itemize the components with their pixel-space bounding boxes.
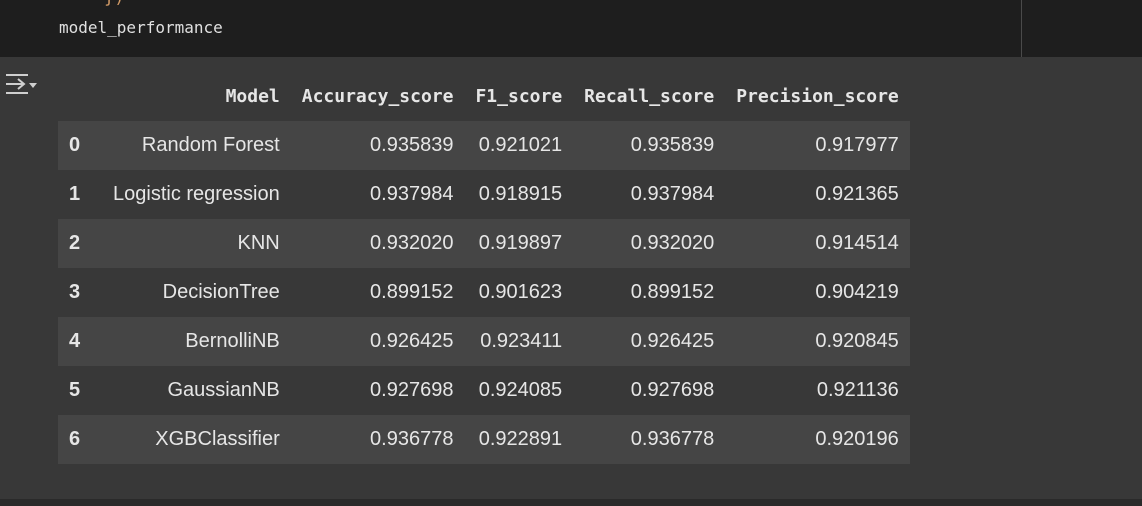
cell-recall: 0.932020 <box>573 219 726 268</box>
cell-f1: 0.924085 <box>464 366 574 415</box>
cell-accuracy: 0.936778 <box>290 415 465 464</box>
cell-f1: 0.922891 <box>464 415 574 464</box>
cell-recall: 0.899152 <box>573 268 726 317</box>
cell-f1: 0.921021 <box>464 121 574 170</box>
cell-recall: 0.936778 <box>573 415 726 464</box>
cell-recall: 0.926425 <box>573 317 726 366</box>
table-row: 1 Logistic regression 0.937984 0.918915 … <box>58 170 910 219</box>
cell-output: Model Accuracy_score F1_score Recall_sco… <box>0 57 1142 499</box>
table-row: 5 GaussianNB 0.927698 0.924085 0.927698 … <box>58 366 910 415</box>
cell-f1: 0.918915 <box>464 170 574 219</box>
column-header-accuracy: Accuracy_score <box>301 86 454 107</box>
column-header-recall: Recall_score <box>584 86 715 107</box>
dataframe-table: Model Accuracy_score F1_score Recall_sco… <box>58 72 910 464</box>
table-header-row: Model Accuracy_score F1_score Recall_sco… <box>58 72 910 121</box>
row-index: 4 <box>58 317 102 366</box>
row-index: 1 <box>58 170 102 219</box>
cell-model: Logistic regression <box>102 170 291 219</box>
cell-precision: 0.920196 <box>725 415 910 464</box>
cell-f1: 0.923411 <box>464 317 574 366</box>
cell-model: DecisionTree <box>102 268 291 317</box>
row-index: 5 <box>58 366 102 415</box>
cell-precision: 0.917977 <box>725 121 910 170</box>
cell-accuracy: 0.899152 <box>290 268 465 317</box>
cell-accuracy: 0.932020 <box>290 219 465 268</box>
code-line[interactable]: model_performance <box>59 18 223 37</box>
table-row: 0 Random Forest 0.935839 0.921021 0.9358… <box>58 121 910 170</box>
cell-precision: 0.904219 <box>725 268 910 317</box>
table-row: 2 KNN 0.932020 0.919897 0.932020 0.91451… <box>58 219 910 268</box>
cell-model: XGBClassifier <box>102 415 291 464</box>
editor-divider <box>1021 0 1022 57</box>
cell-model: KNN <box>102 219 291 268</box>
cell-model: GaussianNB <box>102 366 291 415</box>
table-row: 3 DecisionTree 0.899152 0.901623 0.89915… <box>58 268 910 317</box>
cell-accuracy: 0.927698 <box>290 366 465 415</box>
cell-accuracy: 0.937984 <box>290 170 465 219</box>
cell-recall: 0.935839 <box>573 121 726 170</box>
code-previous-line: }) <box>104 0 124 8</box>
row-index: 6 <box>58 415 102 464</box>
column-header-precision: Precision_score <box>736 86 899 107</box>
bottom-bar <box>0 499 1142 506</box>
cell-precision: 0.920845 <box>725 317 910 366</box>
code-cell[interactable]: }) model_performance <box>0 0 1142 57</box>
row-index: 3 <box>58 268 102 317</box>
cell-precision: 0.921136 <box>725 366 910 415</box>
cell-accuracy: 0.926425 <box>290 317 465 366</box>
cell-f1: 0.919897 <box>464 219 574 268</box>
cell-recall: 0.927698 <box>573 366 726 415</box>
row-index: 2 <box>58 219 102 268</box>
cell-f1: 0.901623 <box>464 268 574 317</box>
column-header-model: Model <box>225 86 280 107</box>
table-row: 6 XGBClassifier 0.936778 0.922891 0.9367… <box>58 415 910 464</box>
cell-model: BernolliNB <box>102 317 291 366</box>
output-collapse-icon[interactable] <box>2 69 38 99</box>
cell-precision: 0.921365 <box>725 170 910 219</box>
row-index: 0 <box>58 121 102 170</box>
cell-precision: 0.914514 <box>725 219 910 268</box>
table-row: 4 BernolliNB 0.926425 0.923411 0.926425 … <box>58 317 910 366</box>
column-header-index <box>58 72 102 121</box>
cell-recall: 0.937984 <box>573 170 726 219</box>
cell-accuracy: 0.935839 <box>290 121 465 170</box>
cell-model: Random Forest <box>102 121 291 170</box>
column-header-f1: F1_score <box>475 86 563 107</box>
